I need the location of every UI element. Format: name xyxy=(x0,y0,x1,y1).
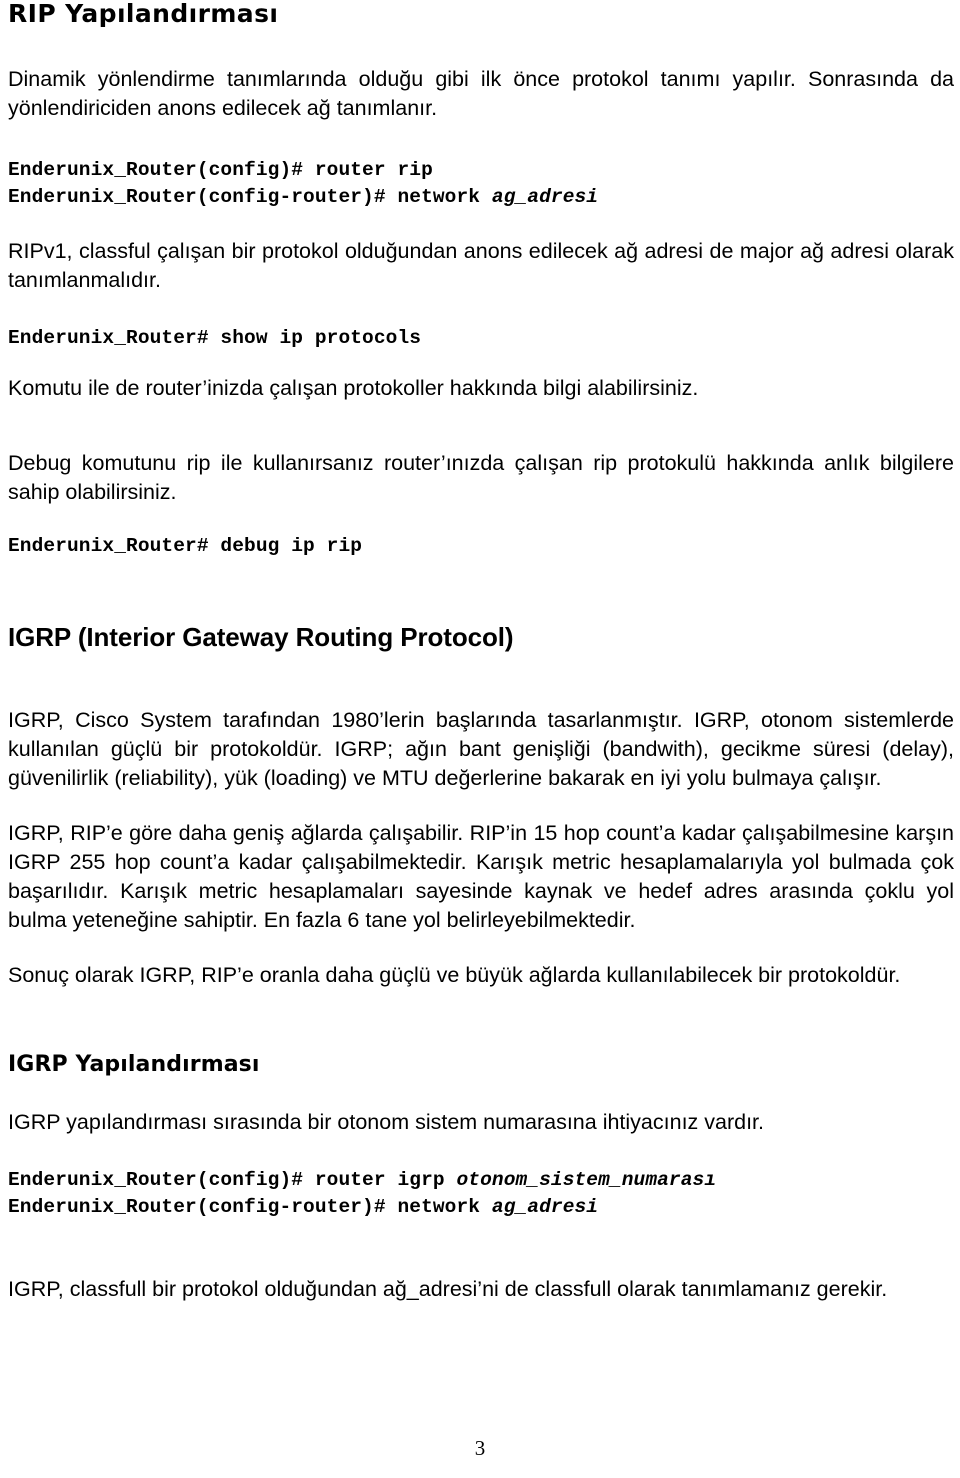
paragraph-ripv1-note: RIPv1, classful çalışan bir protokol old… xyxy=(8,239,954,292)
paragraph-rip-intro: Dinamik yönlendirme tanımlarında olduğu … xyxy=(8,67,954,120)
command-arg-otonom-sistem-numarasi: otonom_sistem_numarası xyxy=(456,1169,717,1191)
command-line-network-igrp: Enderunix_Router(config-router)# network xyxy=(8,1196,492,1218)
command-block-igrp-config: Enderunix_Router(config)# router igrp ot… xyxy=(8,1167,954,1221)
command-block-rip-config: Enderunix_Router(config)# router rip End… xyxy=(8,157,954,211)
command-block-debug-ip-rip: Enderunix_Router# debug ip rip xyxy=(8,535,363,557)
document-page: RIP Yapılandırması Dinamik yönlendirme t… xyxy=(0,0,960,1478)
command-arg-ag-adresi: ag_adresi xyxy=(491,186,599,208)
page-number: 3 xyxy=(474,1436,486,1460)
paragraph-igrp-classfull-note: IGRP, classfull bir protokol olduğundan … xyxy=(8,1277,888,1301)
paragraph-debug-note: Debug komutunu rip ile kullanırsanız rou… xyxy=(8,451,954,504)
paragraph-igrp-conclusion: Sonuç olarak IGRP, RIP’e oranla daha güç… xyxy=(8,963,901,987)
command-line-network: Enderunix_Router(config-router)# network xyxy=(8,186,492,208)
page-title: RIP Yapılandırması xyxy=(8,0,279,28)
paragraph-igrp-as-note: IGRP yapılandırması sırasında bir otonom… xyxy=(8,1110,765,1134)
command-arg-ag-adresi-igrp: ag_adresi xyxy=(491,1196,599,1218)
command-line-router-rip: Enderunix_Router(config)# router rip xyxy=(8,159,433,181)
paragraph-igrp-comparison: IGRP, RIP’e göre daha geniş ağlarda çalı… xyxy=(8,821,954,932)
command-block-show-ip-protocols: Enderunix_Router# show ip protocols xyxy=(8,327,422,349)
paragraph-show-ip-protocols-note: Komutu ile de router’inizda çalışan prot… xyxy=(8,376,699,400)
section-heading-igrp: IGRP (Interior Gateway Routing Protocol) xyxy=(8,622,514,652)
paragraph-igrp-history: IGRP, Cisco System tarafından 1980’lerin… xyxy=(8,708,954,790)
section-heading-igrp-config: IGRP Yapılandırması xyxy=(8,1052,260,1077)
command-line-router-igrp: Enderunix_Router(config)# router igrp xyxy=(8,1169,457,1191)
